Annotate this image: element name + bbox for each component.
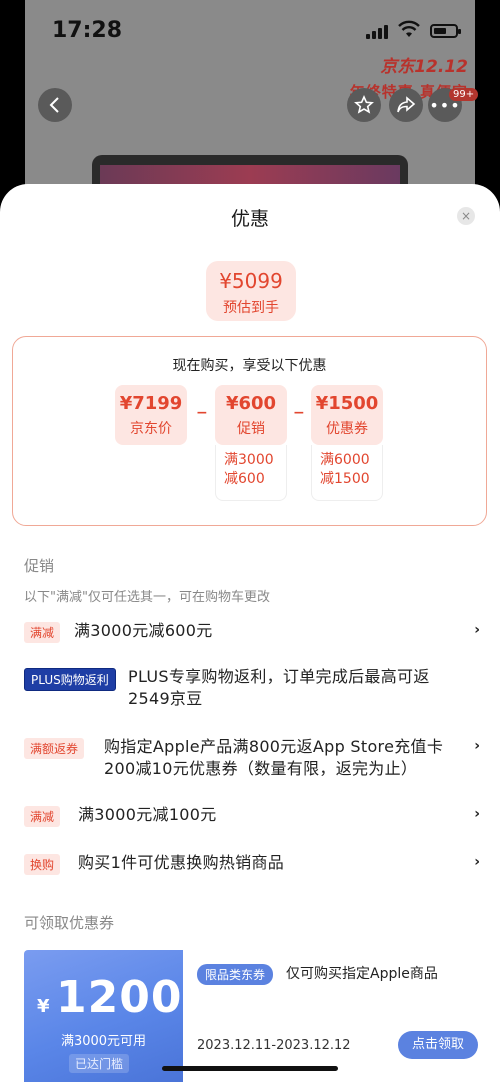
coupon-condition-line2: 减1500 [320,471,370,487]
promotion-tag: 满额返券 [24,738,85,759]
coupon-discount-label: 优惠券 [326,421,368,437]
share-button[interactable] [389,88,423,122]
promotions-title: 促销 [24,557,55,575]
promo-condition: 满3000 减600 [215,445,287,501]
promotion-text-line2: 200减10元优惠券（数量有限，返完为止） [104,759,418,778]
promotion-text-line1: 购指定Apple产品满800元返App Store充值卡 [104,737,444,756]
signal-icon [366,25,388,39]
jd-price-label: 京东价 [130,421,172,437]
promotion-tag: 满减 [24,622,61,643]
jd-price-box: ¥7199 京东价 [115,385,187,445]
close-button[interactable]: × [457,207,475,225]
coupon-description: 仅可购买指定Apple商品 [286,966,438,982]
chevron-right-icon: › [474,806,480,822]
cart-count-badge: 99+ [449,88,479,101]
promotion-tag: 换购 [24,854,61,875]
promotion-text: 满3000元减100元 [78,805,217,824]
estimated-price-box: ¥5099 预估到手 [206,261,296,321]
coupon-discount-box: ¥1500 优惠券 [311,385,383,445]
coupon-amount: 1200 [56,972,183,1023]
sheet-title: 优惠 [230,208,269,230]
coupon-currency: ¥ [37,996,50,1017]
promo-discount-value: ¥600 [225,393,277,414]
promotion-text: 购买1件可优惠换购热销商品 [78,853,285,872]
home-indicator[interactable] [162,1066,338,1071]
coupons-title: 可领取优惠券 [24,914,115,932]
coupon-condition: 满6000 减1500 [311,445,383,501]
promo-condition-line1: 满3000 [224,452,274,468]
promotion-row[interactable]: 满减 满3000元减600元 › [24,618,484,646]
coupon-category-badge: 限品类东券 [197,964,274,985]
chevron-right-icon: › [474,738,480,754]
close-icon: × [460,209,472,223]
jd-price-value: ¥7199 [119,393,183,414]
coupon-condition-text: 满3000元可用 [60,1034,147,1049]
promotions-note: 以下"满减"仅可任选其一，可在购物车更改 [24,590,270,605]
wifi-icon [398,20,420,37]
favorite-button[interactable] [347,88,381,122]
promo-condition-line2: 减600 [224,471,265,487]
promotion-tag: 满减 [24,806,61,827]
promo-discount-label: 促销 [237,421,265,437]
chevron-left-icon [49,97,59,113]
promotion-text-line1: PLUS专享购物返利，订单完成后最高可返 [128,667,430,686]
promo-line1: 京东12.12 [380,57,468,77]
chevron-right-icon: › [474,854,480,870]
share-icon [397,96,416,113]
promotion-row[interactable]: 换购 购买1件可优惠换购热销商品 › [24,850,484,878]
screen: 17:28 京东12.12 年终特惠 真便宜 ••• 99+ 优惠 × ¥509… [0,0,500,1082]
promotion-row: PLUS购物返利 PLUS专享购物返利，订单完成后最高可返 2549京豆 [24,664,484,714]
promotion-row[interactable]: 满额返券 购指定Apple产品满800元返App Store充值卡 200减10… [24,734,484,784]
estimated-price: ¥5099 [219,269,283,293]
minus-operator: − [293,405,305,421]
promotion-text-line2: 2549京豆 [128,689,203,708]
coupon-card: ¥ 1200 满3000元可用 已达门槛 限品类东券 仅可购买指定Apple商品… [24,950,490,1082]
star-icon [354,95,374,114]
price-breakdown: 现在购买，享受以下优惠 ¥7199 京东价 − ¥600 促销 满3000 减6… [12,336,487,526]
battery-icon [430,24,461,38]
coupon-threshold-status: 已达门槛 [69,1054,130,1073]
minus-operator: − [196,405,208,421]
status-bar: 17:28 [0,0,500,50]
promotion-tag-plus: PLUS购物返利 [24,668,116,691]
promo-discount-box: ¥600 促销 [215,385,287,445]
estimated-price-label: 预估到手 [223,300,279,316]
coupon-validity: 2023.12.11-2023.12.12 [197,1038,351,1053]
coupon-discount-value: ¥1500 [315,393,379,414]
promotion-row[interactable]: 满减 满3000元减100元 › [24,802,484,830]
claim-coupon-button[interactable]: 点击领取 [398,1031,478,1059]
chevron-right-icon: › [474,622,480,638]
back-button[interactable] [38,88,72,122]
status-time: 17:28 [52,18,123,43]
breakdown-title: 现在购买，享受以下优惠 [172,358,327,374]
discount-sheet: 优惠 × ¥5099 预估到手 现在购买，享受以下优惠 ¥7199 京东价 − … [0,184,500,1082]
coupon-value-panel: ¥ 1200 满3000元可用 已达门槛 [24,950,183,1082]
coupon-condition-line1: 满6000 [320,452,370,468]
coupon-details-panel: 限品类东券 仅可购买指定Apple商品 2023.12.11-2023.12.1… [183,950,490,1082]
promotion-text: 满3000元减600元 [74,621,213,640]
